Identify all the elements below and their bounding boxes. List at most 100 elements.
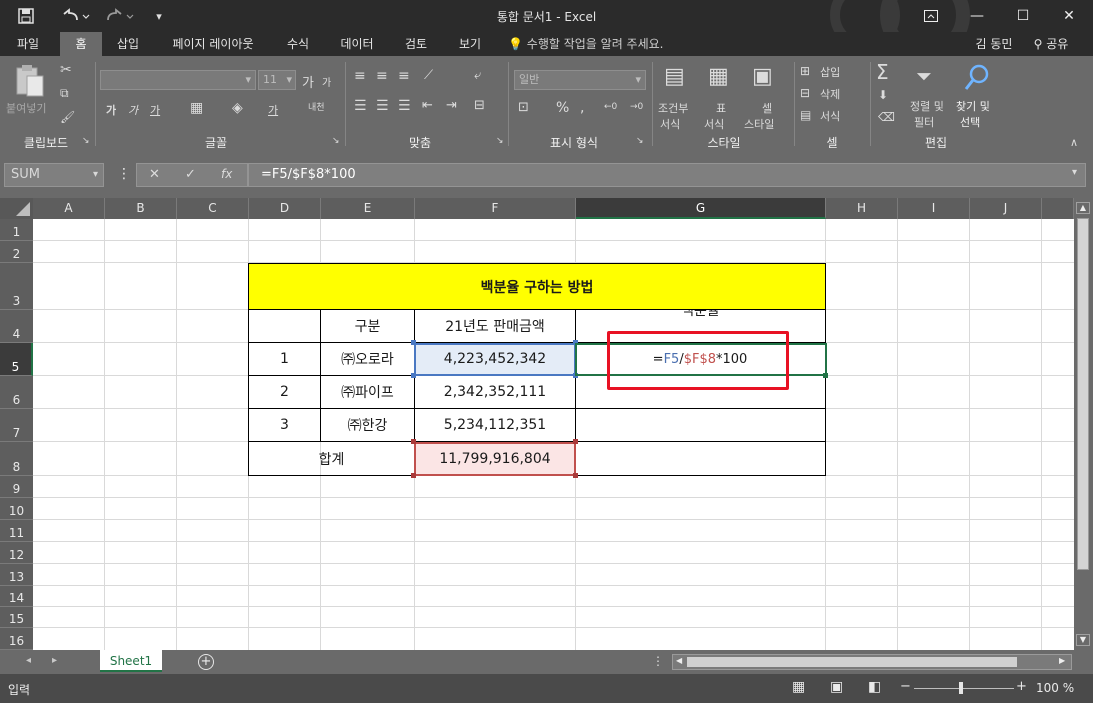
tab-home[interactable]: 홈 [60, 32, 102, 56]
row-header-8[interactable]: 8 [0, 442, 33, 476]
col-header-a[interactable]: A [33, 198, 105, 219]
tab-page-layout[interactable]: 페이지 레이아웃 [158, 32, 268, 56]
font-size-combo[interactable]: 11 ▾ [258, 70, 296, 90]
scroll-right-icon[interactable]: ▶ [1059, 656, 1065, 665]
number-launcher-icon[interactable]: ↘ [636, 136, 644, 146]
close-button[interactable]: ✕ [1046, 0, 1092, 32]
cell-f5[interactable]: 4,223,452,342 [414, 342, 576, 376]
col-header-j[interactable]: J [970, 198, 1042, 219]
row-header-13[interactable]: 13 [0, 564, 33, 586]
format-as-table-button[interactable]: ▦ 표 서식 [702, 64, 742, 131]
increase-decimal-icon[interactable]: ←0 [604, 102, 617, 112]
vertical-scrollbar[interactable]: ▲ ▼ [1074, 198, 1093, 650]
collapse-ribbon-icon[interactable]: ∧ [1070, 136, 1078, 149]
align-center-icon[interactable]: ☰ [376, 98, 389, 114]
percent-button[interactable]: % [556, 100, 569, 116]
scroll-thumb[interactable] [1077, 218, 1089, 570]
minimize-button[interactable]: — [954, 0, 1000, 32]
col-header-c[interactable]: C [177, 198, 249, 219]
header-cell-category[interactable]: 구분 [320, 309, 415, 343]
user-name[interactable]: 김 동민 [966, 32, 1022, 56]
row-header-4[interactable]: 4 [0, 310, 33, 343]
clear-icon[interactable]: ⌫ [878, 110, 895, 124]
insert-function-icon[interactable]: fx [221, 167, 232, 181]
col-header-i[interactable]: I [898, 198, 970, 219]
worksheet-grid[interactable]: A B C D E F G H I J 1 2 3 4 5 6 7 8 9 10… [0, 198, 1074, 650]
phonetic-button[interactable]: 내천 [308, 100, 325, 113]
col-header-g[interactable]: G [576, 198, 826, 219]
enter-icon[interactable]: ✓ [185, 167, 196, 182]
clipboard-launcher-icon[interactable]: ↘ [82, 136, 90, 146]
insert-cells-button[interactable]: ⊞ 삽입 [800, 64, 866, 82]
add-sheet-icon[interactable]: + [198, 654, 214, 670]
col-header-d[interactable]: D [249, 198, 321, 219]
align-middle-icon[interactable]: ≡ [376, 68, 388, 84]
header-cell-sales[interactable]: 21년도 판매금액 [414, 309, 576, 343]
tell-me-box[interactable]: 💡 수행할 작업을 알려 주세요. [508, 32, 688, 56]
select-all-corner[interactable] [0, 198, 33, 219]
row-header-9[interactable]: 9 [0, 476, 33, 498]
align-bottom-icon[interactable]: ≡ [398, 68, 410, 84]
table-title-cell[interactable]: 백분율 구하는 방법 [248, 263, 826, 310]
format-painter-icon[interactable]: 🖌 [60, 110, 75, 124]
accounting-format-icon[interactable]: ⊡ [518, 100, 529, 115]
row-header-15[interactable]: 15 [0, 607, 33, 628]
font-color-button[interactable]: 가 [268, 102, 278, 118]
cell-f6[interactable]: 2,342,352,111 [414, 375, 576, 409]
row-header-2[interactable]: 2 [0, 241, 33, 263]
number-format-combo[interactable]: 일반 ▾ [514, 70, 646, 90]
scroll-up-icon[interactable]: ▲ [1076, 202, 1090, 214]
comma-style-icon[interactable]: , [580, 100, 584, 116]
row-header-7[interactable]: 7 [0, 409, 33, 442]
scroll-down-icon[interactable]: ▼ [1076, 634, 1090, 646]
cell-g7[interactable] [575, 408, 826, 442]
cut-icon[interactable]: ✂ [60, 62, 72, 78]
align-top-icon[interactable]: ≡ [354, 68, 366, 84]
find-select-button[interactable]: 찾기 및 선택 [954, 64, 1000, 130]
sheet-tab-sheet1[interactable]: Sheet1 [100, 650, 162, 672]
italic-button[interactable]: 가 [128, 102, 138, 118]
ref-handle[interactable] [411, 373, 416, 378]
normal-view-icon[interactable]: ▦ [792, 679, 805, 695]
ref-handle[interactable] [411, 340, 416, 345]
format-cells-button[interactable]: ▤ 서식 [800, 108, 866, 126]
wrap-text-icon[interactable]: ⤶ [474, 68, 481, 83]
cell-d6[interactable]: 2 [248, 375, 321, 409]
expand-formula-icon[interactable]: ▾ [1072, 167, 1077, 178]
zoom-slider-track[interactable] [914, 688, 1014, 689]
font-launcher-icon[interactable]: ↘ [332, 136, 340, 146]
maximize-button[interactable]: ☐ [1000, 0, 1046, 32]
col-header-e[interactable]: E [321, 198, 415, 219]
orientation-icon[interactable]: ⟋ [424, 68, 433, 83]
row-header-3[interactable]: 3 [0, 263, 33, 310]
paste-button[interactable]: 붙여넣기 [6, 64, 50, 120]
sheet-next-icon[interactable]: ▸ [52, 655, 57, 666]
col-header-h[interactable]: H [826, 198, 898, 219]
tab-review[interactable]: 검토 [394, 32, 438, 56]
cell-e5[interactable]: ㈜오로라 [320, 342, 415, 376]
autosum-icon[interactable]: Σ [876, 60, 889, 84]
row-header-5[interactable]: 5 [0, 343, 33, 376]
border-icon[interactable]: ▦ [190, 100, 203, 116]
ref-handle[interactable] [573, 439, 578, 444]
ref-handle[interactable] [411, 473, 416, 478]
col-header-b[interactable]: B [105, 198, 177, 219]
more-options-icon[interactable]: ⋮ [117, 166, 131, 182]
shrink-font-icon[interactable]: 가 [322, 74, 331, 89]
header-cell-d4[interactable] [248, 309, 321, 343]
row-header-1[interactable]: 1 [0, 219, 33, 241]
name-box[interactable]: SUM ▾ [4, 163, 104, 187]
bold-button[interactable]: 가 [106, 102, 116, 118]
cell-d5[interactable]: 1 [248, 342, 321, 376]
fill-icon[interactable]: ⬇ [878, 88, 888, 102]
font-name-combo[interactable]: ▾ [100, 70, 256, 90]
row-header-10[interactable]: 10 [0, 498, 33, 520]
cell-g5-edit-text[interactable]: = F5/$F$8 *100 [576, 343, 826, 376]
page-break-view-icon[interactable]: ◧ [868, 679, 881, 695]
decrease-indent-icon[interactable]: ⇤ [422, 98, 433, 113]
underline-button[interactable]: 가 [150, 102, 160, 118]
formula-input[interactable]: =F5/$F$8*100 [248, 163, 1086, 187]
cell-g6[interactable] [575, 375, 826, 409]
zoom-out-icon[interactable]: − [900, 679, 911, 694]
hscroll-thumb[interactable] [687, 657, 1017, 667]
